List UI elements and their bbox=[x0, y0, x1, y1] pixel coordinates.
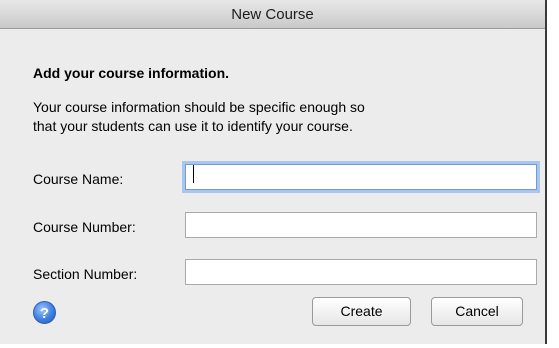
section-number-label: Section Number: bbox=[33, 266, 138, 282]
description-line-1: Your course information should be specif… bbox=[33, 99, 365, 115]
dialog-body: Add your course information. Your course… bbox=[0, 29, 545, 344]
question-mark-icon: ? bbox=[39, 305, 50, 322]
section-number-input[interactable] bbox=[185, 259, 537, 285]
new-course-dialog: New Course Add your course information. … bbox=[0, 0, 547, 344]
form-description: Your course information should be specif… bbox=[33, 98, 503, 136]
title-bar: New Course bbox=[0, 0, 545, 29]
form-heading: Add your course information. bbox=[33, 65, 230, 81]
create-button[interactable]: Create bbox=[312, 297, 411, 326]
course-name-input[interactable] bbox=[185, 164, 537, 190]
dialog-title: New Course bbox=[231, 6, 314, 23]
description-line-2: that your students can use it to identif… bbox=[33, 118, 353, 134]
help-button[interactable]: ? bbox=[33, 301, 56, 324]
cancel-button[interactable]: Cancel bbox=[431, 297, 523, 326]
course-number-input[interactable] bbox=[185, 212, 537, 238]
course-number-label: Course Number: bbox=[33, 219, 136, 235]
course-name-label: Course Name: bbox=[33, 171, 124, 187]
text-caret bbox=[193, 165, 194, 183]
